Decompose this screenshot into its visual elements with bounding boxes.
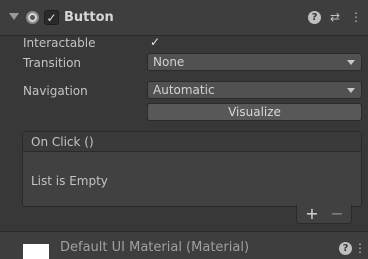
context-menu-icon[interactable]: ⋮: [349, 9, 363, 25]
material-title: Default UI Material (Material): [60, 240, 250, 255]
transition-value: None: [153, 55, 185, 69]
chevron-down-icon: [347, 60, 355, 65]
foldout-arrow-icon[interactable]: [9, 13, 19, 20]
material-preview: [23, 244, 49, 259]
interactable-label: Interactable: [23, 36, 96, 50]
list-empty-text: List is Empty: [31, 174, 108, 188]
chevron-down-icon: [347, 88, 355, 93]
material-menu-icon[interactable]: ⋮: [354, 240, 366, 256]
on-click-event-list: On Click () List is Empty: [22, 131, 362, 207]
remove-listener-button[interactable]: −: [330, 205, 344, 223]
visualize-button[interactable]: Visualize: [147, 103, 362, 121]
on-click-header: On Click (): [23, 132, 361, 152]
navigation-label: Navigation: [23, 84, 88, 98]
help-icon[interactable]: ?: [308, 11, 321, 24]
navigation-value: Automatic: [153, 83, 215, 97]
interactable-checkbox[interactable]: ✓: [148, 35, 162, 49]
material-help-icon[interactable]: ?: [339, 242, 352, 255]
transition-dropdown[interactable]: None: [147, 53, 362, 71]
component-enabled-checkbox[interactable]: ✓: [44, 10, 59, 25]
transition-label: Transition: [23, 56, 82, 70]
component-radio-icon: [26, 11, 39, 24]
component-title: Button: [64, 10, 114, 25]
presets-icon[interactable]: ⇄: [328, 9, 342, 25]
add-listener-button[interactable]: +: [305, 205, 319, 223]
navigation-dropdown[interactable]: Automatic: [147, 81, 362, 99]
